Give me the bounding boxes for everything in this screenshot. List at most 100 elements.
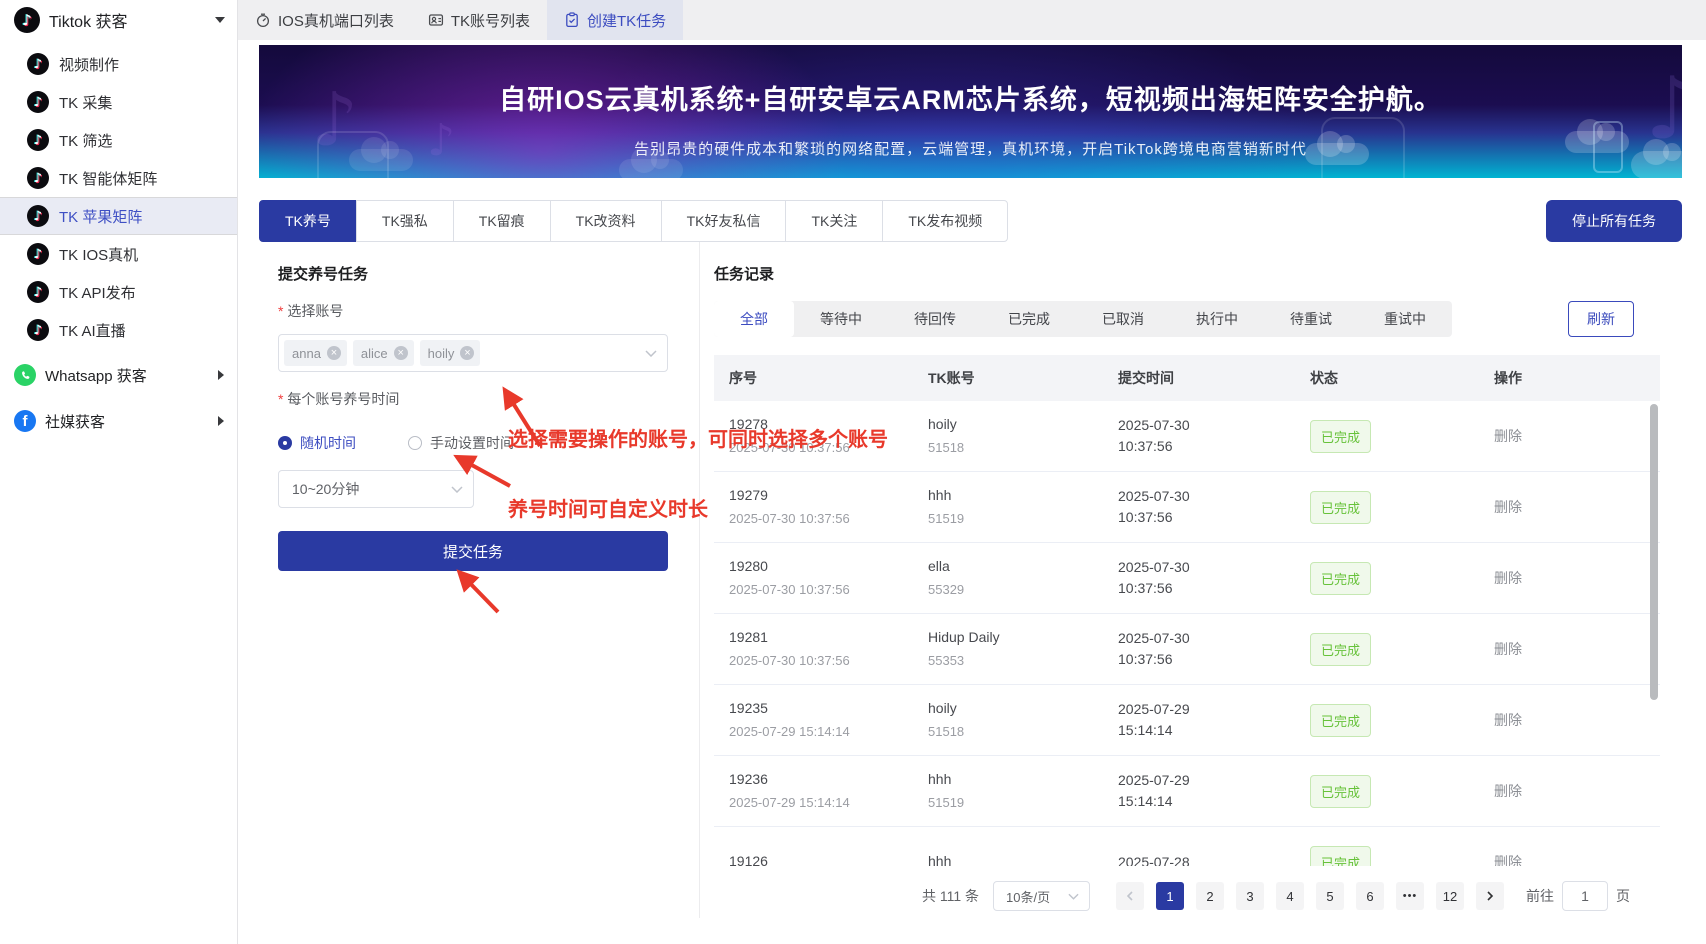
page-size-select[interactable]: 10条/页 <box>993 881 1090 911</box>
function-tab[interactable]: TK强私 <box>356 200 454 242</box>
tab-tk-accounts[interactable]: TK账号列表 <box>411 0 547 40</box>
gauge-icon <box>255 12 271 28</box>
sidebar-item[interactable]: ♪ TK AI直播 <box>0 311 237 349</box>
function-tabs: TK养号TK强私TK留痕TK改资料TK好友私信TK关注TK发布视频 <box>259 200 1008 242</box>
chevron-right-icon <box>218 416 224 426</box>
annotation-select-accounts: 选择需要操作的账号，可同时选择多个账号 <box>508 423 888 452</box>
chevron-down-icon <box>645 350 657 357</box>
account-tag-label: alice <box>361 346 388 361</box>
remove-tag-icon[interactable]: × <box>327 346 341 360</box>
task-status-filters: 全部等待中待回传已完成已取消执行中待重试重试中 <box>714 301 1452 337</box>
page-number-button[interactable]: 12 <box>1436 882 1464 910</box>
chevron-down-icon <box>1068 893 1079 900</box>
tiktok-icon: ♪ <box>27 243 49 265</box>
page-number-button[interactable]: 3 <box>1236 882 1264 910</box>
radio-manual-time[interactable] <box>408 436 422 450</box>
submit-time: 10:37:56 <box>1118 436 1295 457</box>
delete-button[interactable]: 删除 <box>1494 428 1522 444</box>
page-number-button[interactable]: ••• <box>1396 882 1424 910</box>
function-tab[interactable]: TK留痕 <box>453 200 551 242</box>
submit-date: 2025-07-30 <box>1118 557 1295 578</box>
top-tab-bar: IOS真机端口列表 TK账号列表 创建TK任务 <box>238 0 1706 40</box>
delete-button[interactable]: 删除 <box>1494 641 1522 657</box>
page-number-button[interactable]: 1 <box>1156 882 1184 910</box>
function-tab[interactable]: TK关注 <box>785 200 883 242</box>
function-tab[interactable]: TK好友私信 <box>661 200 787 242</box>
remove-tag-icon[interactable]: × <box>394 346 408 360</box>
sidebar-item[interactable]: ♪ TK 苹果矩阵 <box>0 197 237 235</box>
delete-button[interactable]: 删除 <box>1494 854 1522 866</box>
banner-title: 自研IOS云真机系统+自研安卓云ARM芯片系统，短视频出海矩阵安全护航。 <box>259 78 1682 117</box>
radio-random-label: 随机时间 <box>300 433 356 453</box>
sidebar-item[interactable]: ♪ TK IOS真机 <box>0 235 237 273</box>
account-multiselect[interactable]: anna × alice × hoily × <box>278 334 668 372</box>
delete-button[interactable]: 删除 <box>1494 712 1522 728</box>
account-tag-label: hoily <box>428 346 455 361</box>
function-tab[interactable]: TK养号 <box>259 200 357 242</box>
radio-random-time[interactable] <box>278 436 292 450</box>
delete-button[interactable]: 删除 <box>1494 570 1522 586</box>
page-number-button[interactable]: 2 <box>1196 882 1224 910</box>
tab-create-tk-task[interactable]: 创建TK任务 <box>547 0 683 40</box>
sidebar-item-label: TK 苹果矩阵 <box>59 206 142 227</box>
table-row: 19126 hhh 2025-07-28 已完成 删除 <box>714 827 1660 866</box>
status-badge: 已完成 <box>1310 846 1371 867</box>
status-badge: 已完成 <box>1310 420 1371 453</box>
page-size-value: 10条/页 <box>1006 887 1050 906</box>
task-id-time: 2025-07-29 15:14:14 <box>729 792 913 813</box>
duration-select[interactable]: 10~20分钟 <box>278 470 474 508</box>
sidebar-item-whatsapp[interactable]: Whatsapp 获客 <box>0 355 237 395</box>
task-status-filter-tab[interactable]: 重试中 <box>1358 301 1452 337</box>
task-id-time: 2025-07-29 15:14:14 <box>729 721 913 742</box>
task-status-filter-tab[interactable]: 等待中 <box>794 301 888 337</box>
account-select-label: 选择账号 <box>278 301 699 321</box>
submit-time: 10:37:56 <box>1118 578 1295 599</box>
sidebar-item[interactable]: ♪ TK 筛选 <box>0 121 237 159</box>
remove-tag-icon[interactable]: × <box>460 346 474 360</box>
sidebar-item[interactable]: ♪ TK 智能体矩阵 <box>0 159 237 197</box>
account-tag: alice × <box>353 340 414 366</box>
page-number-button[interactable]: 6 <box>1356 882 1384 910</box>
function-tab[interactable]: TK发布视频 <box>882 200 1008 242</box>
sidebar-item-label: TK 筛选 <box>59 130 112 151</box>
goto-page-input[interactable] <box>1562 881 1608 911</box>
delete-button[interactable]: 删除 <box>1494 783 1522 799</box>
next-page-button[interactable] <box>1476 882 1504 910</box>
sidebar-item-label: TK API发布 <box>59 282 136 303</box>
sidebar: ♪ Tiktok 获客 ♪ 视频制作 ♪ TK 采集 ♪ TK 筛选 ♪ TK … <box>0 0 238 944</box>
stop-all-tasks-button[interactable]: 停止所有任务 <box>1546 200 1682 242</box>
task-status-filter-tab[interactable]: 待重试 <box>1264 301 1358 337</box>
submit-task-button[interactable]: 提交任务 <box>278 531 668 571</box>
task-status-filter-tab[interactable]: 全部 <box>714 301 794 337</box>
task-status-filter-tab[interactable]: 待回传 <box>888 301 982 337</box>
tk-account-id: 51519 <box>928 508 1103 529</box>
sidebar-root-tiktok[interactable]: ♪ Tiktok 获客 <box>0 0 237 40</box>
column-header: 操作 <box>1479 368 1660 388</box>
page-buttons: 123456•••12 <box>1150 882 1470 910</box>
sidebar-item[interactable]: ♪ 视频制作 <box>0 45 237 83</box>
refresh-button[interactable]: 刷新 <box>1568 301 1634 337</box>
task-status-filter-tab[interactable]: 执行中 <box>1170 301 1264 337</box>
table-scrollbar[interactable] <box>1650 404 1658 700</box>
task-status-filter-tab[interactable]: 已完成 <box>982 301 1076 337</box>
function-tab[interactable]: TK改资料 <box>550 200 662 242</box>
table-body: 192782025-07-30 10:37:56 hoily51518 2025… <box>714 401 1660 866</box>
tk-account: hoily <box>928 414 1103 435</box>
radio-manual-label: 手动设置时间 <box>430 433 514 453</box>
page-number-button[interactable]: 4 <box>1276 882 1304 910</box>
column-header: 序号 <box>714 368 913 388</box>
sidebar-item-social[interactable]: f 社媒获客 <box>0 401 237 441</box>
delete-button[interactable]: 删除 <box>1494 499 1522 515</box>
tab-ios-device-ports[interactable]: IOS真机端口列表 <box>238 0 411 40</box>
task-status-filter-tab[interactable]: 已取消 <box>1076 301 1170 337</box>
sidebar-item[interactable]: ♪ TK API发布 <box>0 273 237 311</box>
task-filter-row: 全部等待中待回传已完成已取消执行中待重试重试中 刷新 <box>714 301 1682 337</box>
form-title: 提交养号任务 <box>278 263 699 284</box>
clipboard-check-icon <box>564 12 580 28</box>
sidebar-item[interactable]: ♪ TK 采集 <box>0 83 237 121</box>
page-number-button[interactable]: 5 <box>1316 882 1344 910</box>
goto-page: 前往 页 <box>1526 881 1630 911</box>
prev-page-button[interactable] <box>1116 882 1144 910</box>
tk-account-id: 51518 <box>928 721 1103 742</box>
tab-label: 创建TK任务 <box>587 10 666 31</box>
